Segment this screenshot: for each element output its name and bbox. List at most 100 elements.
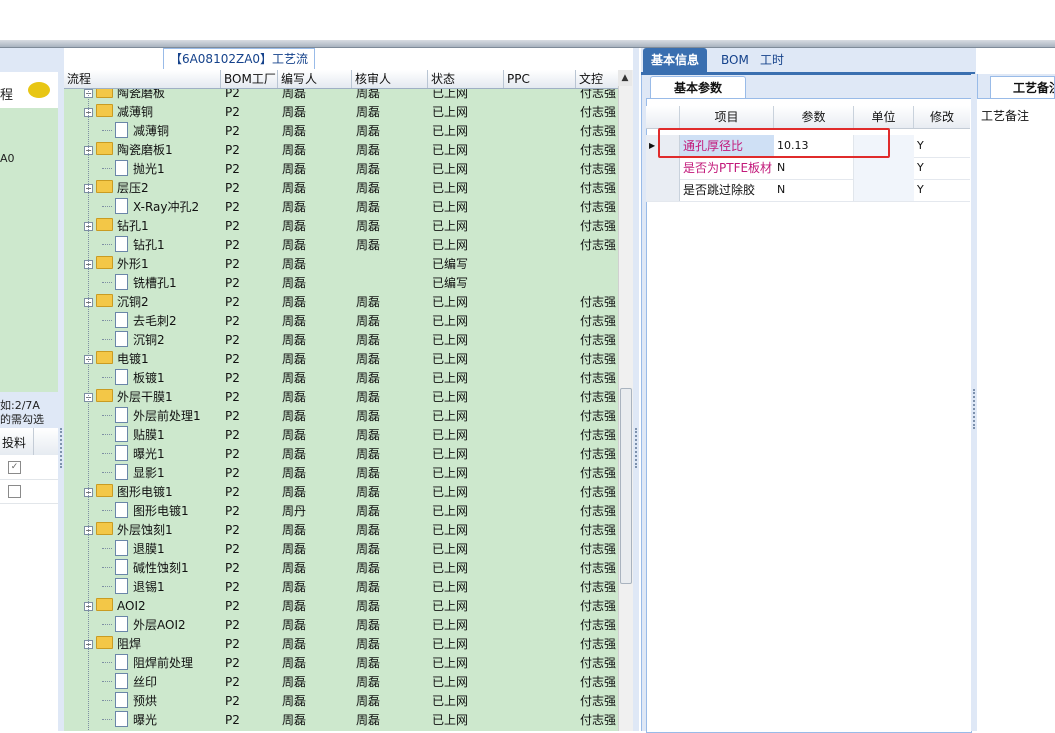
tree-node-name[interactable]: 曝光 (102, 711, 221, 730)
tree-node-name[interactable]: 贴膜1 (102, 426, 221, 445)
tree-row[interactable]: − 阻焊 P2 周磊 周磊 已上网 付志强 (64, 635, 619, 654)
scroll-up-arrow-icon[interactable]: ▲ (618, 70, 632, 86)
tree-col-header[interactable]: 编写人 (278, 70, 352, 88)
tree-node-name[interactable]: − 沉铜2 (84, 293, 221, 312)
tree-node-name[interactable]: 减薄铜 (102, 122, 221, 141)
left-hint-line2: 的需勾选 (0, 413, 44, 426)
col-header-unit[interactable]: 单位 (854, 106, 914, 128)
tree-node-name[interactable]: − 阻焊 (84, 635, 221, 654)
center-splitter[interactable] (633, 48, 639, 731)
tree-row[interactable]: 外层AOI2 P2 周磊 周磊 已上网 付志强 (64, 616, 619, 635)
tree-col-header[interactable]: 核审人 (352, 70, 428, 88)
tree-node-name[interactable]: 板镀1 (102, 369, 221, 388)
tree-node-name[interactable]: 钻孔1 (102, 236, 221, 255)
tree-row[interactable]: 碱性蚀刻1 P2 周磊 周磊 已上网 付志强 (64, 559, 619, 578)
tree-row[interactable]: − 外形1 P2 周磊 已编写 (64, 255, 619, 274)
tree-node-name[interactable]: X-Ray冲孔2 (102, 198, 221, 217)
param-row[interactable]: 是否为PTFE板材 N Y (646, 157, 970, 180)
tree-node-name[interactable]: − 外形1 (84, 255, 221, 274)
tree-connector (102, 510, 112, 511)
tree-row[interactable]: 贴膜1 P2 周磊 周磊 已上网 付志强 (64, 426, 619, 445)
tab-basic-params[interactable]: 基本参数 (650, 76, 746, 99)
tab-bom[interactable]: BOM (713, 48, 757, 72)
tree-col-header[interactable]: 状态 (428, 70, 504, 88)
tree-node-name[interactable]: − 陶瓷磨板1 (84, 141, 221, 160)
tree-row[interactable]: 曝光1 P2 周磊 周磊 已上网 付志强 (64, 445, 619, 464)
tree-node-name[interactable]: 外层AOI2 (102, 616, 221, 635)
tree-row[interactable]: 铣槽孔1 P2 周磊 已编写 (64, 274, 619, 293)
tree-node-name[interactable]: 丝印 (102, 673, 221, 692)
tree-col-header[interactable]: PPC (504, 70, 576, 88)
tree-node-name[interactable]: 预烘 (102, 692, 221, 711)
tree-row[interactable]: − 电镀1 P2 周磊 周磊 已上网 付志强 (64, 350, 619, 369)
tree-node-name[interactable]: 抛光1 (102, 160, 221, 179)
param-row[interactable]: 是否跳过除胶 N Y (646, 179, 970, 202)
tree-row[interactable]: 丝印 P2 周磊 周磊 已上网 付志强 (64, 673, 619, 692)
tree-node-name[interactable]: − 层压2 (84, 179, 221, 198)
cell-reviewer: 周磊 (356, 675, 381, 689)
tree-node-name[interactable]: − 钻孔1 (84, 217, 221, 236)
tree-row[interactable]: − 层压2 P2 周磊 周磊 已上网 付志强 (64, 179, 619, 198)
tree-row[interactable]: − AOI2 P2 周磊 周磊 已上网 付志强 (64, 597, 619, 616)
tree-node-name[interactable]: 去毛刺2 (102, 312, 221, 331)
tree-row[interactable]: − 外层干膜1 P2 周磊 周磊 已上网 付志强 (64, 388, 619, 407)
tab-basic-info[interactable]: 基本信息 (643, 48, 708, 72)
tree-row[interactable]: 沉铜2 P2 周磊 周磊 已上网 付志强 (64, 331, 619, 350)
tree-row[interactable]: X-Ray冲孔2 P2 周磊 周磊 已上网 付志强 (64, 198, 619, 217)
tree-row[interactable]: 曝光 P2 周磊 周磊 已上网 付志强 (64, 711, 619, 730)
param-value[interactable]: N (774, 157, 854, 179)
tree-row[interactable]: 退膜1 P2 周磊 周磊 已上网 付志强 (64, 540, 619, 559)
tree-row[interactable]: − 外层蚀刻1 P2 周磊 周磊 已上网 付志强 (64, 521, 619, 540)
tree-row[interactable]: − 陶瓷磨板1 P2 周磊 周磊 已上网 付志强 (64, 141, 619, 160)
tree-row[interactable]: 阻焊前处理 P2 周磊 周磊 已上网 付志强 (64, 654, 619, 673)
tree-node-name[interactable]: 碱性蚀刻1 (102, 559, 221, 578)
tree-node-name[interactable]: 沉铜2 (102, 331, 221, 350)
tree-row[interactable]: 板镀1 P2 周磊 周磊 已上网 付志强 (64, 369, 619, 388)
splitter-bar[interactable] (0, 40, 1055, 48)
tree-node-name[interactable]: 铣槽孔1 (102, 274, 221, 293)
col-header-item[interactable]: 项目 (680, 106, 774, 128)
tree-row[interactable]: − 减薄铜 P2 周磊 周磊 已上网 付志强 (64, 103, 619, 122)
tree-node-name[interactable]: 退膜1 (102, 540, 221, 559)
tree-row[interactable]: − 沉铜2 P2 周磊 周磊 已上网 付志强 (64, 293, 619, 312)
tree-node-name[interactable]: 退锡1 (102, 578, 221, 597)
tree-row[interactable]: 去毛刺2 P2 周磊 周磊 已上网 付志强 (64, 312, 619, 331)
tree-row[interactable]: − 钻孔1 P2 周磊 周磊 已上网 付志强 (64, 217, 619, 236)
tree-node-name[interactable]: 图形电镀1 (102, 502, 221, 521)
tab-work-hours[interactable]: 工时 (752, 48, 792, 72)
tree-connector (102, 320, 112, 321)
cell-reviewer: 周磊 (356, 352, 381, 366)
tree-node-name[interactable]: − 外层蚀刻1 (84, 521, 221, 540)
tree-row[interactable]: 减薄铜 P2 周磊 周磊 已上网 付志强 (64, 122, 619, 141)
tree-row[interactable]: 退锡1 P2 周磊 周磊 已上网 付志强 (64, 578, 619, 597)
tree-node-name[interactable]: 曝光1 (102, 445, 221, 464)
param-value[interactable]: N (774, 179, 854, 201)
tree-node-name[interactable]: 显影1 (102, 464, 221, 483)
col-header-edit[interactable]: 修改 (914, 106, 970, 128)
tree-row[interactable]: − 图形电镀1 P2 周磊 周磊 已上网 付志强 (64, 483, 619, 502)
col-header-value[interactable]: 参数 (774, 106, 854, 128)
tree-node-name[interactable]: − 减薄铜 (84, 103, 221, 122)
tree-row[interactable]: 钻孔1 P2 周磊 周磊 已上网 付志强 (64, 236, 619, 255)
tree-row[interactable]: 显影1 P2 周磊 周磊 已上网 付志强 (64, 464, 619, 483)
tree-col-header[interactable]: 流程 (64, 70, 221, 88)
tree-row[interactable]: 预烘 P2 周磊 周磊 已上网 付志强 (64, 692, 619, 711)
tree-node-name[interactable]: − 图形电镀1 (84, 483, 221, 502)
tree-row[interactable]: 图形电镀1 P2 周丹 周磊 已上网 付志强 (64, 502, 619, 521)
scrollbar-thumb[interactable] (620, 388, 632, 584)
tree-col-header[interactable]: BOM工厂 (221, 70, 278, 88)
tree-node-name[interactable]: − 电镀1 (84, 350, 221, 369)
tree-col-header[interactable]: 文控 (576, 70, 619, 88)
tree-node-name[interactable]: 阻焊前处理 (102, 654, 221, 673)
tree-connector (102, 567, 112, 568)
tab-process-remarks[interactable]: 工艺备注 (990, 76, 1055, 98)
tree-node-name[interactable]: − 外层干膜1 (84, 388, 221, 407)
tree-row[interactable]: 抛光1 P2 周磊 周磊 已上网 付志强 (64, 160, 619, 179)
tree-node-name[interactable]: − AOI2 (84, 597, 221, 616)
tree-node-name[interactable]: 外层前处理1 (102, 407, 221, 426)
checkbox-unchecked[interactable] (8, 485, 21, 498)
checkbox-checked[interactable]: ✓ (8, 461, 21, 474)
tree-row[interactable]: 外层前处理1 P2 周磊 周磊 已上网 付志强 (64, 407, 619, 426)
cell-bom: P2 (225, 314, 240, 328)
chat-bubble-icon[interactable] (28, 82, 50, 98)
